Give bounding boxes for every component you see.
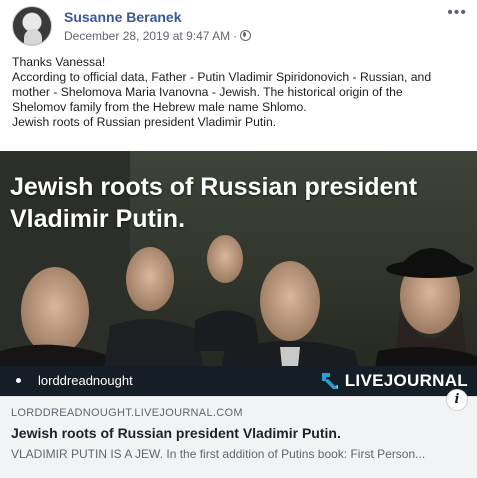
- link-preview-image[interactable]: Jewish roots of Russian president Vladim…: [0, 151, 477, 396]
- image-username: lorddreadnought: [38, 373, 133, 388]
- globe-icon[interactable]: [240, 30, 252, 41]
- more-options-icon[interactable]: •••: [447, 5, 467, 21]
- link-title[interactable]: Jewish roots of Russian president Vladim…: [11, 425, 341, 441]
- link-preview-card[interactable]: Jewish roots of Russian president Vladim…: [0, 151, 477, 478]
- meta-separator: ·: [233, 29, 238, 43]
- author-name[interactable]: Susanne Beranek: [64, 9, 182, 25]
- image-footer-bar: lorddreadnought LIVEJOURNAL: [0, 366, 477, 396]
- info-icon[interactable]: i: [446, 389, 468, 411]
- image-headline-line: Jewish roots of Russian president: [10, 173, 418, 201]
- image-headline-line: Vladimir Putin.: [10, 205, 186, 233]
- bullet-icon: [16, 378, 21, 383]
- livejournal-logo: LIVEJOURNAL: [320, 371, 468, 391]
- post-text-line: According to official data, Father - Put…: [12, 70, 432, 84]
- facebook-post: Susanne Beranek December 28, 2019 at 9:4…: [0, 0, 477, 478]
- post-text-line: Jewish roots of Russian president Vladim…: [12, 115, 277, 129]
- avatar[interactable]: [12, 6, 52, 46]
- image-headline: Jewish roots of Russian president Vladim…: [10, 171, 450, 235]
- post-header: Susanne Beranek December 28, 2019 at 9:4…: [12, 5, 467, 46]
- post-timestamp[interactable]: December 28, 2019 at 9:47 AM: [64, 29, 230, 43]
- link-domain: LORDDREADNOUGHT.LIVEJOURNAL.COM: [11, 407, 243, 419]
- link-description: VLADIMIR PUTIN IS A JEW. In the first ad…: [11, 447, 426, 461]
- post-text: Thanks Vanessa! According to official da…: [12, 55, 467, 130]
- post-meta: December 28, 2019 at 9:47 AM ·: [64, 29, 252, 43]
- post-text-line: Thanks Vanessa!: [12, 55, 106, 69]
- brand-name: LIVEJOURNAL: [344, 371, 468, 390]
- link-info[interactable]: LORDDREADNOUGHT.LIVEJOURNAL.COM Jewish r…: [0, 389, 477, 478]
- post-text-line: mother - Shelomova Maria Ivanovna - Jewi…: [12, 85, 403, 99]
- livejournal-pencil-icon: [321, 373, 338, 389]
- post-text-line: Shelomov family from the Hebrew male nam…: [12, 100, 307, 114]
